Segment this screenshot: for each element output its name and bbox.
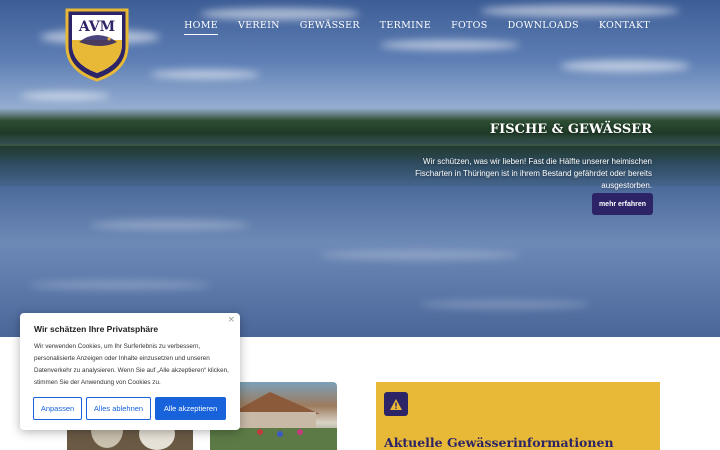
club-crest-logo: AVM	[65, 8, 129, 82]
water-info-box[interactable]: Aktuelle Gewässerinformationen	[376, 382, 660, 450]
hero-title: FISCHE & GEWÄSSER	[489, 122, 652, 137]
cloud	[480, 5, 680, 17]
cloud-reflection	[320, 250, 520, 260]
nav-verein[interactable]: VEREIN	[238, 20, 280, 35]
hero-banner: AVM HOME VEREIN GEWÄSSER TERMINE FOTOS D…	[0, 0, 720, 337]
info-title: Aktuelle Gewässerinformationen	[384, 435, 614, 450]
cloud-reflection	[420, 300, 590, 309]
cloud-reflection	[30, 280, 210, 290]
nav-gewaesser[interactable]: GEWÄSSER	[300, 20, 360, 35]
nav-kontakt[interactable]: KONTAKT	[599, 20, 650, 35]
nav-downloads[interactable]: DOWNLOADS	[508, 20, 579, 35]
main-navigation: HOME VEREIN GEWÄSSER TERMINE FOTOS DOWNL…	[164, 20, 650, 35]
cloud	[20, 92, 110, 100]
reject-all-button[interactable]: Alles ablehnen	[86, 397, 151, 420]
cloud-reflection	[90, 220, 250, 230]
hero-description: Wir schützen, was wir lieben! Fast die H…	[415, 157, 652, 190]
svg-text:AVM: AVM	[78, 19, 115, 35]
warning-icon	[384, 392, 408, 416]
cloud	[560, 60, 690, 72]
more-info-button[interactable]: mehr erfahren	[592, 193, 653, 215]
customize-button[interactable]: Anpassen	[33, 397, 82, 420]
cloud	[200, 8, 360, 20]
cookie-text: Wir verwenden Cookies, um Ihr Surferlebn…	[34, 343, 229, 386]
close-icon[interactable]: ×	[227, 315, 235, 325]
accept-all-button[interactable]: Alle akzeptieren	[155, 397, 226, 420]
cloud	[380, 40, 520, 50]
nav-fotos[interactable]: FOTOS	[451, 20, 488, 35]
cookie-title: Wir schätzen Ihre Privatsphäre	[34, 324, 159, 334]
cookie-consent-dialog: × Wir schätzen Ihre Privatsphäre Wir ver…	[20, 313, 240, 430]
nav-termine[interactable]: TERMINE	[380, 20, 431, 35]
club-logo[interactable]: AVM	[63, 6, 131, 82]
cloud	[150, 70, 260, 79]
nav-home[interactable]: HOME	[184, 20, 219, 35]
